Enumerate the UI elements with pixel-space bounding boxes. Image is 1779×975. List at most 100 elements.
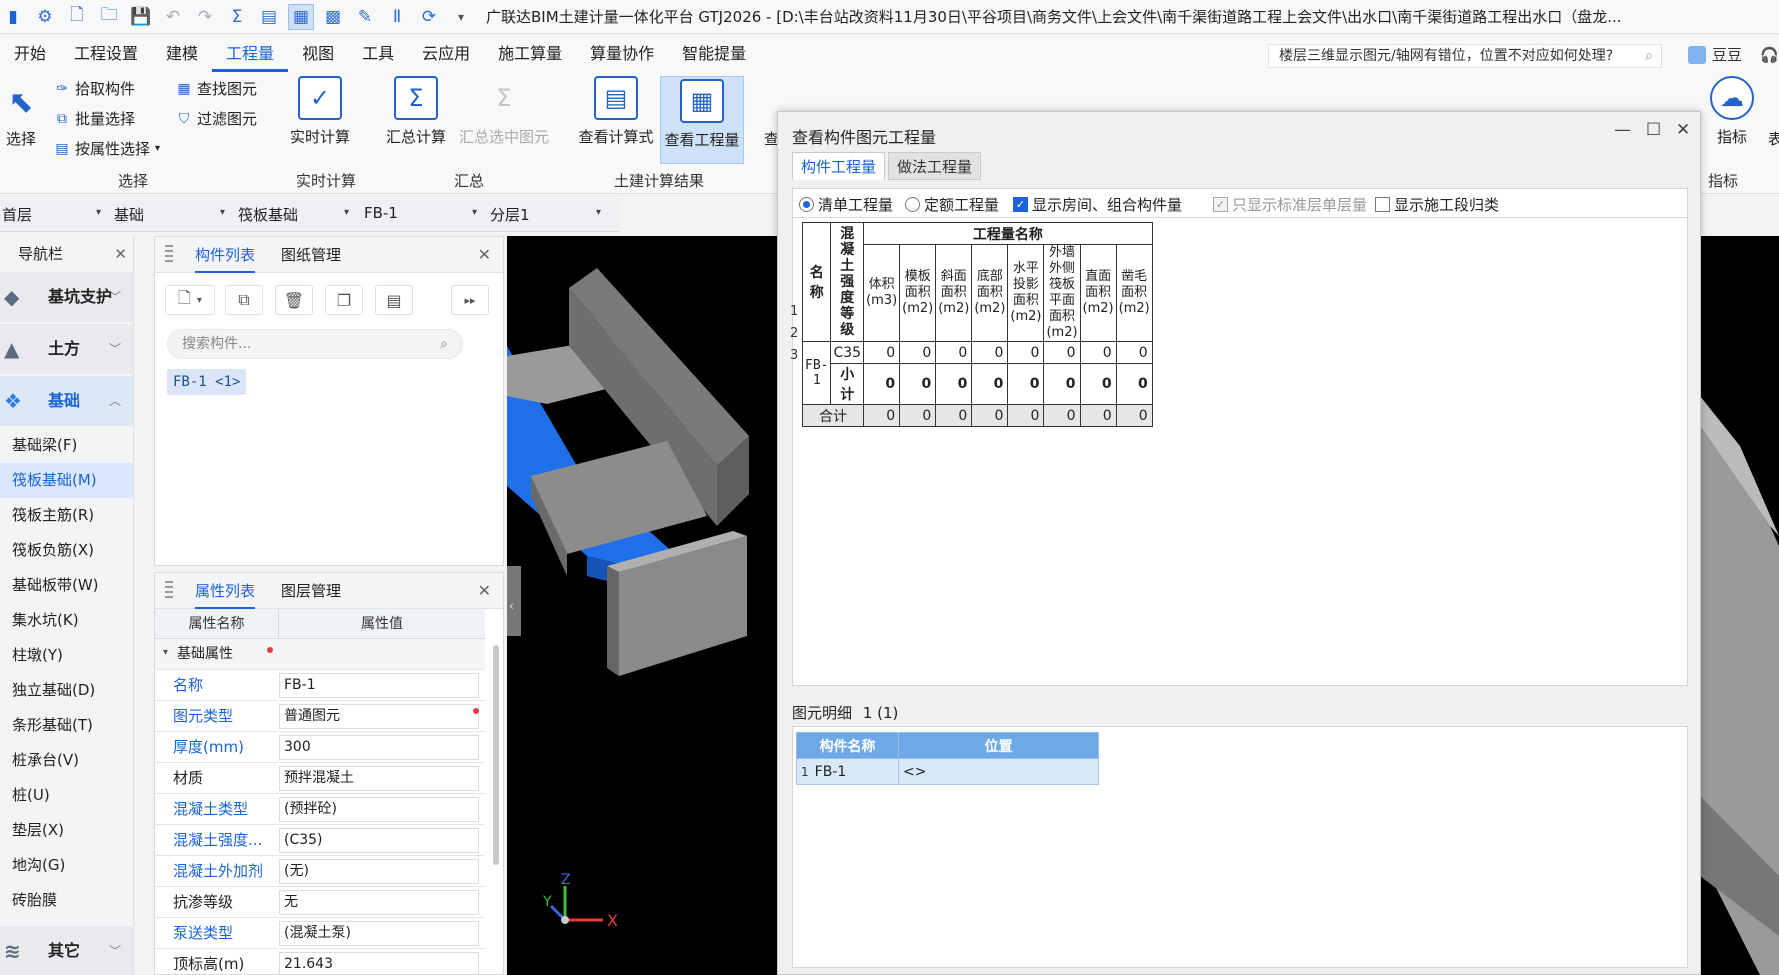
- nav-item[interactable]: 独立基础(D): [0, 673, 133, 708]
- nav-category-earthwork[interactable]: ▲ 土方 ﹀: [0, 324, 133, 374]
- property-value-field[interactable]: 300: [279, 735, 479, 760]
- menu-quantity[interactable]: 工程量: [212, 36, 289, 72]
- detail-row[interactable]: 1 FB-1 <>: [796, 758, 1099, 785]
- property-value-field[interactable]: 预拌混凝土: [279, 766, 479, 791]
- type-select[interactable]: 基础 ▾: [114, 204, 225, 225]
- component-list-item[interactable]: FB-1 <1>: [167, 369, 247, 395]
- rebar-icon[interactable]: Ⅱ: [384, 4, 410, 30]
- collapse-handle-icon[interactable]: ‹: [509, 599, 514, 613]
- property-row[interactable]: 厚度(mm) 300: [155, 732, 485, 763]
- nav-category-foundation[interactable]: ❖ 基础 ︿: [0, 376, 133, 426]
- property-row[interactable]: 混凝土外加剂 (无): [155, 856, 485, 887]
- 3d-viewport[interactable]: ‹ X Z Y: [507, 236, 779, 975]
- list-qty-radio[interactable]: 清单工程量: [799, 194, 893, 215]
- property-group-row[interactable]: ▾ 基础属性: [155, 639, 485, 670]
- component-search-input[interactable]: 搜索构件... ⌕: [167, 329, 463, 359]
- property-row[interactable]: 顶标高(m) 21.643: [155, 949, 485, 974]
- sum-icon[interactable]: Σ: [224, 4, 250, 30]
- property-value-field[interactable]: (无): [279, 859, 479, 884]
- property-row[interactable]: 抗渗等级 无: [155, 887, 485, 918]
- quota-qty-radio[interactable]: 定额工程量: [905, 194, 999, 215]
- redo-icon[interactable]: ↷: [192, 4, 218, 30]
- menu-view[interactable]: 视图: [288, 36, 348, 72]
- stage-checkbox[interactable]: 显示施工段归类: [1375, 194, 1499, 215]
- layer-copy-button[interactable]: ❐: [325, 285, 363, 315]
- close-icon[interactable]: ✕: [114, 236, 127, 272]
- tab-component-list[interactable]: 构件列表: [195, 237, 256, 273]
- new-component-button[interactable]: 🗋 ▾: [165, 285, 215, 315]
- filter-element-button[interactable]: ⛉ 过滤图元: [176, 108, 257, 129]
- menu-start[interactable]: 开始: [0, 36, 60, 72]
- search-icon[interactable]: ⌕: [1645, 45, 1653, 67]
- nav-item[interactable]: 垫层(X): [0, 813, 133, 848]
- property-row[interactable]: 混凝土强度... (C35): [155, 825, 485, 856]
- 3d-viewport-right[interactable]: [1700, 236, 1779, 975]
- menu-construction[interactable]: 施工算量: [484, 36, 576, 72]
- view-formula-button[interactable]: ▤ 查看计算式: [574, 76, 658, 147]
- property-row[interactable]: 泵送类型 (混凝土泵): [155, 918, 485, 949]
- layer-select[interactable]: 分层1 ▾: [490, 204, 606, 225]
- more-button[interactable]: 表: [1768, 128, 1779, 149]
- property-row[interactable]: 材质 预拌混凝土: [155, 763, 485, 794]
- scrollbar[interactable]: [493, 645, 499, 865]
- menu-smart-extract[interactable]: 智能提量: [668, 36, 760, 72]
- close-icon[interactable]: ✕: [478, 245, 491, 264]
- indicator-button[interactable]: ☁ 指标: [1706, 76, 1758, 147]
- show-room-checkbox[interactable]: ✓ 显示房间、组合构件量: [1013, 194, 1182, 215]
- nav-item[interactable]: 基础板带(W): [0, 568, 133, 603]
- nav-item[interactable]: 砖胎膜: [0, 883, 133, 918]
- menu-tools[interactable]: 工具: [348, 36, 408, 72]
- delete-button[interactable]: 🗑: [275, 285, 313, 315]
- batch-select-button[interactable]: ⧉ 批量选择: [54, 108, 135, 129]
- nav-item[interactable]: 筏板主筋(R): [0, 498, 133, 533]
- realtime-calc-button[interactable]: ✓ 实时计算: [288, 76, 352, 147]
- formula-icon[interactable]: ▤: [256, 4, 282, 30]
- table-row[interactable]: 合计 00000000: [801, 404, 1153, 427]
- tab-property-list[interactable]: 属性列表: [195, 573, 256, 609]
- sort-button[interactable]: ▤: [375, 285, 413, 315]
- more-tools-button[interactable]: ▸▸: [451, 285, 489, 315]
- property-row[interactable]: 图元类型 普通图元: [155, 701, 485, 732]
- nav-item[interactable]: 桩(U): [0, 778, 133, 813]
- nav-item[interactable]: 筏板基础(M): [0, 463, 133, 498]
- nav-category-pit-support[interactable]: ◆ 基坑支护 ﹀: [0, 272, 133, 322]
- maximize-icon[interactable]: ☐: [1646, 120, 1661, 140]
- property-row[interactable]: 名称 FB-1: [155, 670, 485, 701]
- component-select[interactable]: FB-1 ▾: [364, 204, 480, 222]
- customize-icon[interactable]: ▾: [448, 4, 474, 30]
- open-folder-icon[interactable]: 🗀: [96, 4, 122, 30]
- tab-drawing-management[interactable]: 图纸管理: [281, 237, 341, 273]
- user-area[interactable]: 豆豆 🎧: [1688, 44, 1779, 65]
- nav-item[interactable]: 地沟(G): [0, 848, 133, 883]
- headset-icon[interactable]: 🎧: [1760, 46, 1779, 64]
- property-value-field[interactable]: (C35): [279, 828, 479, 853]
- minimize-icon[interactable]: —: [1614, 120, 1631, 140]
- property-value-field[interactable]: FB-1: [279, 673, 479, 698]
- menu-project-settings[interactable]: 工程设置: [60, 36, 152, 72]
- nav-category-other[interactable]: ≋ 其它 ﹀: [0, 926, 133, 975]
- summary-calc-button[interactable]: Σ 汇总计算: [384, 76, 448, 147]
- nav-item[interactable]: 筏板负筋(X): [0, 533, 133, 568]
- sync-icon[interactable]: ⟳: [416, 4, 442, 30]
- save-icon[interactable]: 💾: [128, 4, 154, 30]
- drag-handle-icon[interactable]: [165, 245, 173, 265]
- select-button[interactable]: ⬉ 选择: [0, 78, 42, 149]
- tab-component-quantity[interactable]: 构件工程量: [792, 152, 886, 180]
- summary-selected-button[interactable]: Σ 汇总选中图元: [456, 76, 552, 147]
- table-row[interactable]: 小计 00000000: [803, 363, 1153, 405]
- close-icon[interactable]: ✕: [478, 581, 491, 600]
- grid-icon[interactable]: ▩: [320, 4, 346, 30]
- copy-button[interactable]: ⧉: [225, 285, 263, 315]
- property-value-field[interactable]: 普通图元: [279, 704, 479, 729]
- property-value-field[interactable]: 21.643: [279, 952, 479, 974]
- select-by-attribute-button[interactable]: ▤ 按属性选择 ▾: [54, 138, 160, 159]
- nav-item[interactable]: 基础梁(F): [0, 428, 133, 463]
- pick-component-button[interactable]: ✑ 拾取构件: [54, 78, 135, 99]
- drag-handle-icon[interactable]: [165, 581, 173, 601]
- nav-item[interactable]: 集水坑(K): [0, 603, 133, 638]
- menu-modeling[interactable]: 建模: [152, 36, 212, 72]
- floor-select[interactable]: 首层 ▾: [2, 204, 102, 225]
- new-file-icon[interactable]: 🗋: [64, 4, 90, 30]
- help-search-input[interactable]: 楼层三维显示图元/轴网有错位，位置不对应如何处理? ⌕: [1268, 44, 1662, 68]
- property-value-field[interactable]: (混凝土泵): [279, 921, 479, 946]
